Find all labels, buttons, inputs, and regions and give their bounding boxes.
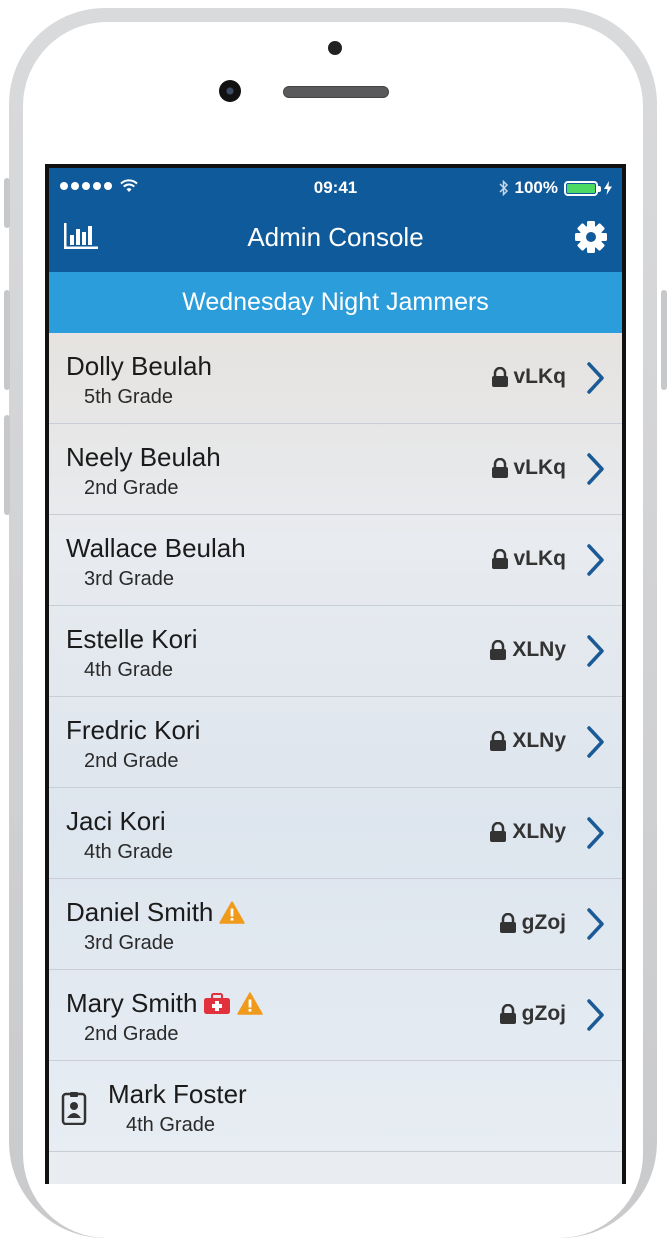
access-code-text: gZoj — [521, 911, 566, 934]
list-item[interactable]: Dolly Beulah 5th Grade vLKq — [49, 333, 622, 424]
front-camera — [219, 80, 241, 102]
warning-icon — [219, 901, 246, 924]
student-name-text: Neely Beulah — [66, 442, 221, 472]
mute-switch — [4, 178, 10, 228]
student-name: Estelle Kori — [66, 624, 198, 655]
lock-icon — [491, 549, 509, 569]
earpiece-speaker — [283, 86, 389, 98]
list-item[interactable]: Jaci Kori 4th Grade XLNy — [49, 788, 622, 879]
student-grade: 4th Grade — [84, 659, 173, 681]
battery-charging-icon — [564, 180, 601, 196]
list-item[interactable]: Mary Smith 2nd Grade gZoj — [49, 970, 622, 1061]
student-grade: 5th Grade — [84, 386, 173, 408]
access-code-text: vLKq — [513, 547, 567, 570]
charging-bolt-icon — [604, 181, 612, 195]
warning-icon — [237, 992, 264, 1015]
student-name: Fredric Kori — [66, 715, 200, 746]
power-button — [661, 290, 667, 390]
student-grade: 2nd Grade — [84, 477, 179, 499]
student-name: Jaci Kori — [66, 806, 166, 837]
lock-icon — [489, 640, 507, 660]
volume-up-button — [4, 290, 10, 390]
student-name: Dolly Beulah — [66, 351, 212, 382]
lock-icon — [491, 458, 509, 478]
student-grade: 2nd Grade — [84, 1023, 179, 1045]
student-name-text: Wallace Beulah — [66, 533, 246, 563]
chevron-right-icon[interactable] — [586, 634, 606, 673]
lock-icon — [489, 822, 507, 842]
student-name-text: Mark Foster — [108, 1079, 247, 1109]
page-title: Admin Console — [247, 222, 424, 252]
lock-icon — [499, 1004, 517, 1024]
bluetooth-icon — [498, 180, 508, 196]
nav-bar: Admin Console — [49, 208, 622, 272]
list-item[interactable]: Wallace Beulah 3rd Grade vLKq — [49, 515, 622, 606]
access-code: XLNy — [489, 729, 566, 753]
access-code: vLKq — [491, 547, 567, 571]
chevron-right-icon[interactable] — [586, 543, 606, 582]
student-grade: 3rd Grade — [84, 568, 175, 590]
student-name-text: Dolly Beulah — [66, 351, 212, 381]
student-name-text: Fredric Kori — [66, 715, 201, 745]
id-badge-icon — [61, 1091, 87, 1130]
access-code: gZoj — [499, 1002, 566, 1026]
device-screen: 09:41 100% Admin Console Wednesday Night… — [45, 164, 626, 1184]
status-bar: 09:41 100% — [49, 168, 622, 208]
group-title: Wednesday Night Jammers — [49, 272, 622, 333]
access-code-text: XLNy — [512, 638, 566, 661]
student-name-text: Jaci Kori — [66, 806, 166, 836]
chevron-right-icon[interactable] — [586, 452, 606, 491]
lock-icon — [499, 913, 517, 933]
access-code-text: XLNy — [512, 729, 566, 752]
access-code: vLKq — [491, 456, 567, 480]
student-name: Wallace Beulah — [66, 533, 246, 564]
list-item[interactable]: Fredric Kori 2nd Grade XLNy — [49, 697, 622, 788]
chevron-right-icon[interactable] — [586, 816, 606, 855]
battery-percent: 100% — [514, 178, 558, 197]
student-list: Dolly Beulah 5th Grade vLKq Neely Beulah 2nd… — [49, 333, 622, 1152]
medical-kit-icon — [203, 992, 231, 1015]
student-name: Neely Beulah — [66, 442, 221, 473]
student-grade: 3rd Grade — [84, 932, 175, 954]
student-grade: 4th Grade — [84, 841, 173, 863]
access-code-text: vLKq — [513, 456, 567, 479]
chevron-right-icon[interactable] — [586, 907, 606, 946]
access-code-text: XLNy — [512, 820, 566, 843]
student-name: Mark Foster — [108, 1079, 247, 1110]
list-item[interactable]: Daniel Smith 3rd Grade gZoj — [49, 879, 622, 970]
chevron-right-icon[interactable] — [586, 998, 606, 1037]
gear-icon[interactable] — [574, 220, 608, 259]
list-item[interactable]: Neely Beulah 2nd Grade vLKq — [49, 424, 622, 515]
student-name: Daniel Smith — [66, 897, 246, 928]
student-grade: 2nd Grade — [84, 750, 179, 772]
chevron-right-icon[interactable] — [586, 725, 606, 764]
access-code: XLNy — [489, 638, 566, 662]
student-grade: 4th Grade — [126, 1114, 215, 1136]
access-code: gZoj — [499, 911, 566, 935]
list-item[interactable]: Mark Foster 4th Grade — [49, 1061, 622, 1152]
proximity-sensor — [328, 41, 342, 55]
chevron-right-icon[interactable] — [586, 361, 606, 400]
volume-down-button — [4, 415, 10, 515]
student-name-text: Estelle Kori — [66, 624, 198, 654]
lock-icon — [489, 731, 507, 751]
student-name: Mary Smith — [66, 988, 264, 1019]
lock-icon — [491, 367, 509, 387]
status-right: 100% — [498, 178, 612, 198]
student-name-text: Daniel Smith — [66, 897, 214, 927]
student-name-text: Mary Smith — [66, 988, 198, 1018]
access-code: XLNy — [489, 820, 566, 844]
access-code-text: vLKq — [513, 365, 567, 388]
app-screen: 09:41 100% Admin Console Wednesday Night… — [49, 168, 622, 1184]
access-code-text: gZoj — [521, 1002, 566, 1025]
access-code: vLKq — [491, 365, 567, 389]
list-item[interactable]: Estelle Kori 4th Grade XLNy — [49, 606, 622, 697]
